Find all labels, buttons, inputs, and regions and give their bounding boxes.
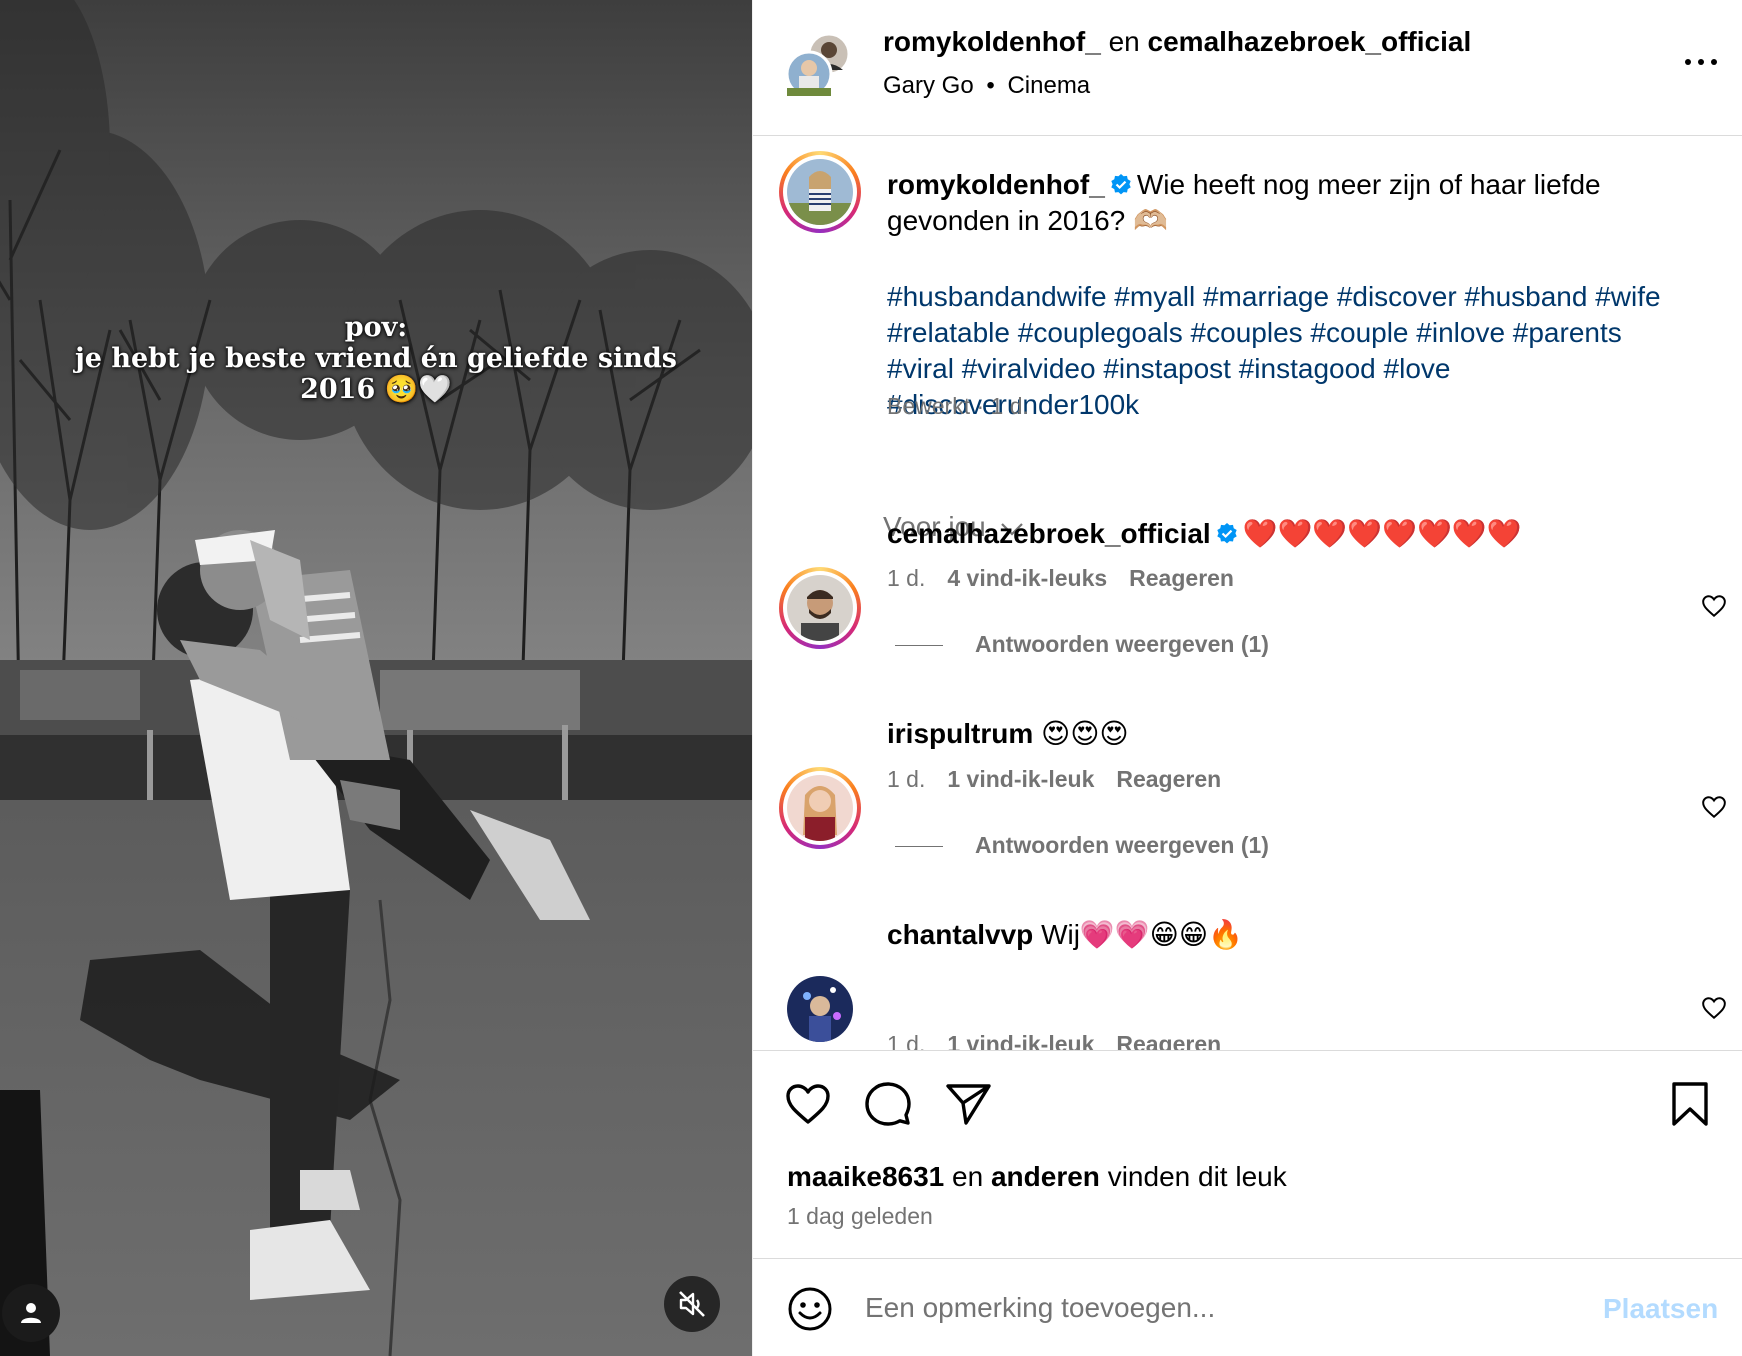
- comment-likes[interactable]: 1 vind-ik-leuk: [947, 1031, 1094, 1050]
- user-icon: [21, 1303, 41, 1323]
- comment-meta: 1 d. 4 vind-ik-leuks Reageren: [887, 565, 1234, 592]
- view-replies-label: Antwoorden weergeven (1): [975, 631, 1269, 657]
- comments-section[interactable]: romykoldenhof_ Wie heeft nog meer zijn of…: [753, 137, 1742, 1050]
- liked-by-others[interactable]: anderen: [991, 1161, 1100, 1192]
- avatar: [787, 976, 853, 1042]
- music-separator: •: [986, 72, 995, 99]
- comment-avatar[interactable]: [787, 976, 853, 1042]
- caption-avatar[interactable]: [779, 151, 861, 233]
- view-replies-label: Antwoorden weergeven (1): [975, 832, 1269, 858]
- music-info[interactable]: Gary Go • Cinema: [883, 72, 1090, 100]
- comment-body: cemalhazebroek_official ❤️❤️❤️❤️❤️❤️❤️❤️: [887, 517, 1522, 550]
- overlay-line: pov:: [344, 312, 408, 343]
- comment-avatar[interactable]: [779, 567, 861, 649]
- overlay-line: 2016 🥹🤍: [300, 374, 452, 405]
- author-link[interactable]: cemalhazebroek_official: [1148, 26, 1472, 57]
- caption-meta: Bewerkt · 1 d.: [887, 393, 1029, 419]
- liked-by-joiner: en: [952, 1161, 984, 1192]
- comment-age: 1 d.: [887, 1031, 926, 1050]
- post-header: romykoldenhof_ en cemalhazebroek_officia…: [753, 0, 1742, 136]
- liked-by-suffix: vinden dit leuk: [1107, 1161, 1287, 1192]
- post-actions: maaike8631 en anderen vinden dit leuk 1 …: [753, 1050, 1742, 1260]
- music-artist: Gary Go: [883, 72, 974, 99]
- comment-like-heart-icon[interactable]: [1701, 794, 1727, 820]
- comment-text: ❤️❤️❤️❤️❤️❤️❤️❤️: [1242, 518, 1522, 549]
- comment-meta: 1 d. 1 vind-ik-leuk Reageren: [887, 766, 1221, 793]
- smiley-icon[interactable]: [787, 1286, 833, 1332]
- music-track: Cinema: [1007, 72, 1091, 99]
- comment-text: Wij💗💗😁😁🔥: [1041, 919, 1243, 950]
- reply-button[interactable]: Reageren: [1116, 1031, 1221, 1050]
- paper-plane-icon[interactable]: [943, 1079, 993, 1129]
- comment-username[interactable]: cemalhazebroek_official: [887, 518, 1211, 549]
- reply-button[interactable]: Reageren: [1116, 766, 1221, 792]
- avatar: [787, 575, 853, 641]
- avatar: [787, 159, 853, 225]
- view-replies-button[interactable]: Antwoorden weergeven (1): [895, 631, 1269, 658]
- tagged-users-button[interactable]: [2, 1284, 60, 1342]
- collab-avatars[interactable]: [785, 32, 851, 98]
- reply-button[interactable]: Reageren: [1129, 565, 1234, 591]
- add-comment-bar: Plaatsen: [753, 1258, 1742, 1356]
- liked-by-user[interactable]: maaike8631: [787, 1161, 944, 1192]
- comment-text: 😍😍😍: [1041, 718, 1129, 749]
- comment-body: irispultrum 😍😍😍: [887, 717, 1129, 750]
- bookmark-icon[interactable]: [1665, 1079, 1715, 1129]
- comment-age: 1 d.: [887, 565, 926, 591]
- likes-summary[interactable]: maaike8631 en anderen vinden dit leuk: [787, 1161, 1287, 1193]
- verified-badge-icon: [1217, 523, 1237, 544]
- avatar: [785, 32, 851, 98]
- more-options-icon[interactable]: [1679, 48, 1723, 76]
- comment-like-heart-icon[interactable]: [1701, 593, 1727, 619]
- speaker-muted-icon: [679, 1291, 705, 1317]
- comment-body: chantalvvp Wij💗💗😁😁🔥: [887, 918, 1243, 951]
- caption-username[interactable]: romykoldenhof_: [887, 169, 1105, 200]
- comment-like-heart-icon[interactable]: [1701, 995, 1727, 1021]
- comment-input[interactable]: [865, 1281, 1565, 1335]
- comment-likes[interactable]: 1 vind-ik-leuk: [947, 766, 1094, 792]
- post-photo: [0, 0, 752, 1356]
- heart-icon[interactable]: [783, 1079, 833, 1129]
- post-date[interactable]: 1 dag geleden: [787, 1203, 933, 1230]
- verified-badge-icon: [1111, 174, 1131, 195]
- comment-bubble-icon[interactable]: [863, 1079, 913, 1129]
- view-replies-button[interactable]: Antwoorden weergeven (1): [895, 832, 1269, 859]
- post-media[interactable]: pov: je hebt je beste vriend én geliefde…: [0, 0, 752, 1356]
- comment-age: 1 d.: [887, 766, 926, 792]
- post-caption: romykoldenhof_ Wie heeft nog meer zijn of…: [887, 167, 1687, 239]
- collab-names: romykoldenhof_ en cemalhazebroek_officia…: [883, 26, 1471, 58]
- avatar: [787, 775, 853, 841]
- post-side-panel: romykoldenhof_ en cemalhazebroek_officia…: [752, 0, 1742, 1356]
- comment-username[interactable]: irispultrum: [887, 718, 1033, 749]
- author-link[interactable]: romykoldenhof_: [883, 26, 1101, 57]
- comment-avatar[interactable]: [779, 767, 861, 849]
- post-comment-button[interactable]: Plaatsen: [1603, 1293, 1718, 1325]
- mute-button[interactable]: [664, 1276, 720, 1332]
- comment-meta: 1 d. 1 vind-ik-leuk Reageren: [887, 1031, 1221, 1050]
- comment-username[interactable]: chantalvvp: [887, 919, 1033, 950]
- overlay-line: je hebt je beste vriend én geliefde sind…: [74, 343, 677, 374]
- comment-likes[interactable]: 4 vind-ik-leuks: [947, 565, 1107, 591]
- video-text-overlay: pov: je hebt je beste vriend én geliefde…: [0, 312, 752, 405]
- author-joiner: en: [1108, 26, 1140, 57]
